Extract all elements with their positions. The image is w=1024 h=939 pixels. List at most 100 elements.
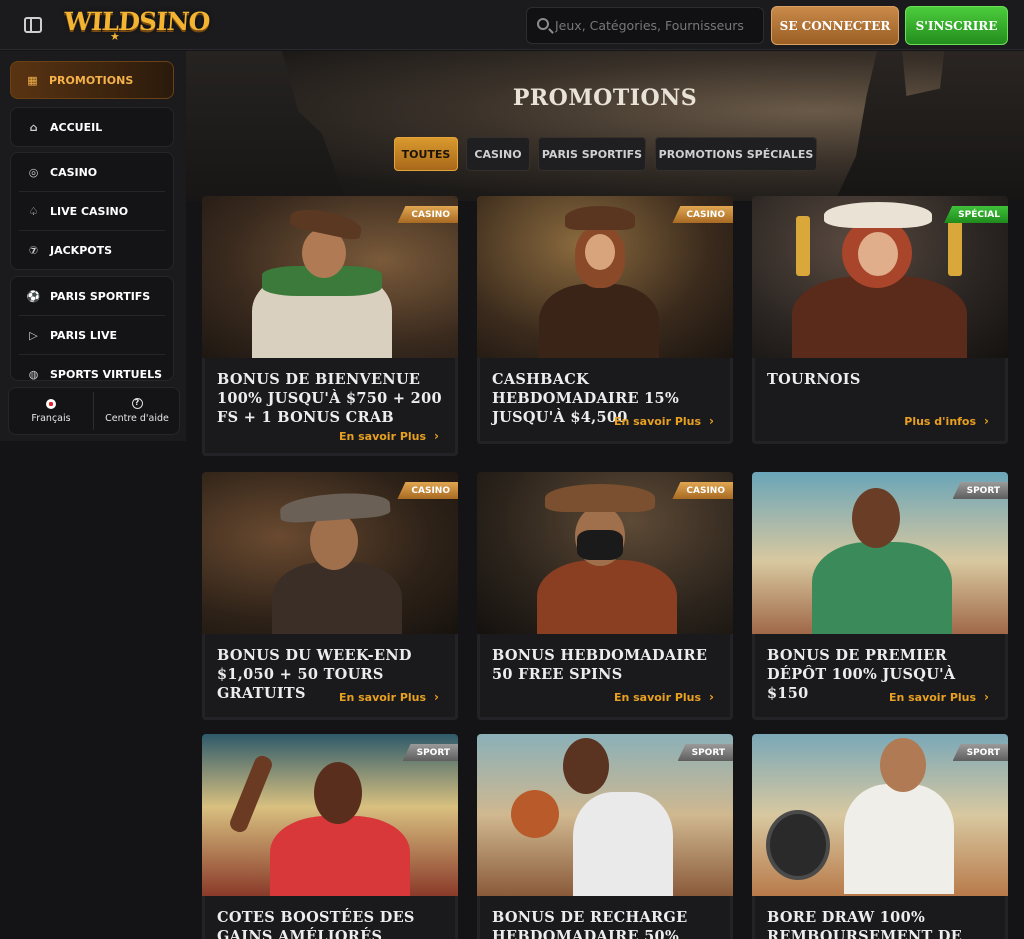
sidebar-item-virtual-sports[interactable]: ◍ SPORTS VIRTUELS (11, 355, 173, 381)
promo-card[interactable]: SPORT BORE DRAW 100% REMBOURSEMENT DE (752, 734, 1008, 939)
tab-casino[interactable]: CASINO (466, 137, 530, 171)
search-input[interactable] (555, 8, 760, 43)
learn-more-label: En savoir Plus (338, 429, 427, 443)
promo-card[interactable]: SPORT BONUS DE RECHARGE HEBDOMADAIRE 50%… (477, 734, 733, 939)
learn-more-link[interactable]: En savoir Plus › (339, 429, 439, 443)
promo-card[interactable]: SPORT COTES BOOSTÉES DES GAINS AMÉLIORÉS (202, 734, 458, 939)
category-badge: CASINO (397, 482, 458, 499)
help-center-link[interactable]: ? Centre d'aide (94, 388, 180, 434)
sidebar-item-live-casino[interactable]: ♤ LIVE CASINO (11, 192, 173, 230)
sidebar-item-live-betting[interactable]: ▷ PARIS LIVE (11, 316, 173, 354)
promo-card-image: CASINO (202, 196, 458, 358)
more-info-label: Plus d'infos (904, 414, 977, 428)
promo-card-body: BONUS DE BIENVENUE 100% JUSQU'À $750 + 2… (202, 358, 458, 456)
learn-more-label: En savoir Plus (613, 690, 702, 704)
login-button[interactable]: SE CONNECTER (771, 6, 899, 45)
promo-card[interactable]: SPÉCIAL TOURNOIS Plus d'infos › (752, 196, 1008, 444)
promo-card-body: BONUS DE PREMIER DÉPÔT 100% JUSQU'À $150… (752, 634, 1008, 720)
promo-card[interactable]: CASINO BONUS DU WEEK-END $1,050 + 50 TOU… (202, 472, 458, 720)
promo-card-image: CASINO (202, 472, 458, 634)
sidebar-item-label: PARIS LIVE (50, 328, 118, 342)
promo-title: TOURNOIS (767, 371, 861, 388)
chevron-right-icon: › (434, 429, 439, 443)
learn-more-label: En savoir Plus (613, 414, 702, 428)
chevron-right-icon: › (434, 690, 439, 704)
language-selector[interactable]: Français (9, 388, 93, 434)
promo-title: BONUS DE RECHARGE HEBDOMADAIRE 50% JUSQU… (492, 909, 688, 939)
more-info-link[interactable]: Plus d'infos › (904, 414, 989, 428)
search-box[interactable] (526, 7, 764, 44)
learn-more-link[interactable]: En savoir Plus › (614, 414, 714, 428)
category-badge: SPÉCIAL (944, 206, 1008, 223)
sidebar-group-casino: ◎ CASINO ♤ LIVE CASINO ⑦ JACKPOTS (10, 152, 174, 270)
promo-card-body: CASHBACK HEBDOMADAIRE 15% JUSQU'À $4,500… (477, 358, 733, 444)
chevron-right-icon: › (984, 414, 989, 428)
category-badge: CASINO (397, 206, 458, 223)
promo-card-body: BONUS DE RECHARGE HEBDOMADAIRE 50% JUSQU… (477, 896, 733, 939)
top-bar: WILDSINO ★ SE CONNECTER S'INSCRIRE (0, 0, 1024, 50)
sidebar-item-casino[interactable]: ◎ CASINO (11, 153, 173, 191)
promo-card-body: BONUS DU WEEK-END $1,050 + 50 TOURS GRAT… (202, 634, 458, 720)
promo-card[interactable]: SPORT BONUS DE PREMIER DÉPÔT 100% JUSQU'… (752, 472, 1008, 720)
canada-flag-icon (46, 398, 56, 409)
gamepad-icon: ◍ (28, 367, 39, 381)
sidebar-item-label: PARIS SPORTIFS (50, 289, 151, 303)
sidebar-item-sports-betting[interactable]: ⚽ PARIS SPORTIFS (11, 277, 173, 315)
wildsino-logo[interactable]: WILDSINO (63, 7, 210, 36)
sidebar-item-home[interactable]: ⌂ ACCUEIL (11, 108, 173, 146)
promo-card-image: SPORT (477, 734, 733, 896)
sidebar-item-promotions[interactable]: ▦ PROMOTIONS (10, 61, 174, 99)
signup-button[interactable]: S'INSCRIRE (905, 6, 1008, 45)
language-label: Français (31, 412, 71, 424)
category-badge: SPORT (952, 744, 1008, 761)
promo-card[interactable]: CASINO CASHBACK HEBDOMADAIRE 15% JUSQU'À… (477, 196, 733, 444)
sidebar-item-label: JACKPOTS (50, 243, 113, 257)
sidebar-item-label: ACCUEIL (50, 120, 103, 134)
help-label: Centre d'aide (105, 413, 169, 424)
learn-more-label: En savoir Plus (888, 690, 977, 704)
promo-card-image: SPORT (752, 734, 1008, 896)
learn-more-link[interactable]: En savoir Plus › (614, 690, 714, 704)
soccer-ball-icon: ⚽ (26, 289, 41, 303)
learn-more-link[interactable]: En savoir Plus › (889, 690, 989, 704)
category-badge: SPORT (952, 482, 1008, 499)
tab-all[interactable]: TOUTES (394, 137, 458, 171)
promo-card-body: BORE DRAW 100% REMBOURSEMENT DE (752, 896, 1008, 939)
tab-sports-betting[interactable]: PARIS SPORTIFS (538, 137, 646, 171)
promo-title: BONUS DE BIENVENUE 100% JUSQU'À $750 + 2… (217, 371, 442, 426)
promo-card[interactable]: CASINO BONUS DE BIENVENUE 100% JUSQU'À $… (202, 196, 458, 456)
gift-icon: ▦ (27, 73, 38, 87)
category-badge: CASINO (672, 206, 733, 223)
promo-card-body: BONUS HEBDOMADAIRE 50 FREE SPINS En savo… (477, 634, 733, 720)
category-badge: CASINO (672, 482, 733, 499)
sidebar-footer: Français ? Centre d'aide (8, 387, 180, 435)
learn-more-link[interactable]: En savoir Plus › (339, 690, 439, 704)
chevron-right-icon: › (984, 690, 989, 704)
learn-more-label: En savoir Plus (338, 690, 427, 704)
promo-card[interactable]: CASINO BONUS HEBDOMADAIRE 50 FREE SPINS … (477, 472, 733, 720)
play-screen-icon: ▷ (29, 328, 38, 342)
search-icon (537, 18, 549, 30)
chevron-right-icon: › (709, 690, 714, 704)
promo-title: BONUS HEBDOMADAIRE 50 FREE SPINS (492, 647, 708, 683)
promo-card-image: CASINO (477, 472, 733, 634)
hero-banner (186, 51, 1024, 201)
tab-special-promotions[interactable]: PROMOTIONS SPÉCIALES (655, 137, 817, 171)
sidebar-item-label: CASINO (50, 165, 98, 179)
help-icon: ? (131, 398, 143, 409)
sidebar-item-label: PROMOTIONS (49, 73, 134, 87)
promo-card-body: TOURNOIS Plus d'infos › (752, 358, 1008, 444)
category-badge: SPORT (677, 744, 733, 761)
sidebar-toggle-icon[interactable] (24, 17, 42, 33)
sidebar-item-label: LIVE CASINO (50, 204, 129, 218)
promo-card-image: SPORT (202, 734, 458, 896)
promo-card-image: SPORT (752, 472, 1008, 634)
sidebar-item-label: SPORTS VIRTUELS (50, 367, 163, 381)
spade-icon: ♤ (28, 204, 39, 218)
home-icon: ⌂ (29, 120, 38, 134)
chevron-right-icon: › (709, 414, 714, 428)
sidebar-group-home: ⌂ ACCUEIL (10, 107, 174, 147)
jackpot-icon: ⑦ (28, 243, 39, 257)
sidebar-item-jackpots[interactable]: ⑦ JACKPOTS (11, 231, 173, 269)
promo-title: BORE DRAW 100% REMBOURSEMENT DE (767, 909, 963, 939)
